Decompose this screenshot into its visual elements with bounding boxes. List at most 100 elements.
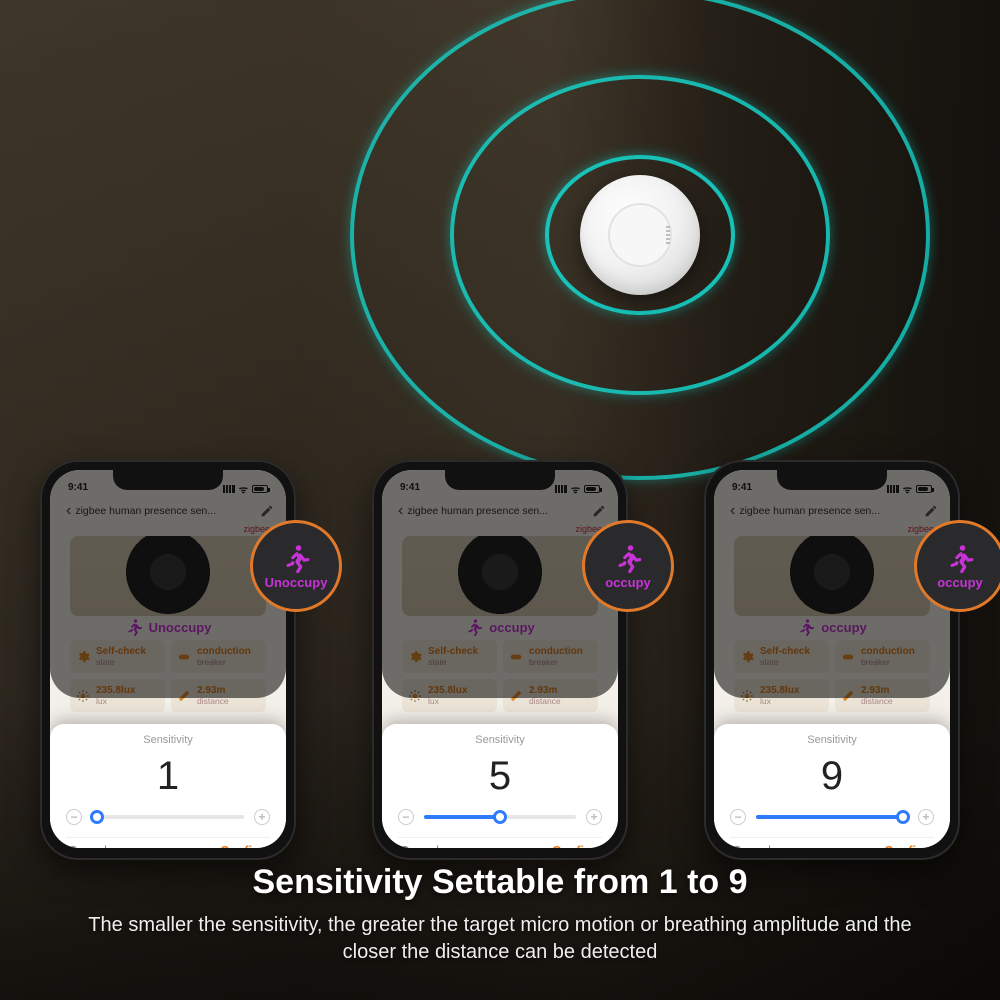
app-title: zigbee human presence sen... <box>739 505 924 517</box>
slider-track[interactable] <box>756 815 908 819</box>
badge-text: occupy <box>937 575 983 590</box>
app-title: zigbee human presence sen... <box>75 505 260 517</box>
state-badge: occupy <box>914 520 1000 612</box>
tile-lux[interactable]: 235.8luxlux <box>734 679 829 712</box>
app-upper: 9:41 ᯤ ‹ zigbee human presence sen... zi… <box>50 470 286 724</box>
status-time: 9:41 <box>400 482 420 496</box>
tile-breaker[interactable]: conductionbreaker <box>503 640 598 673</box>
presence-state: occupy <box>724 618 940 640</box>
status-time: 9:41 <box>68 482 88 496</box>
phone-screen: 9:41 ᯤ ‹ zigbee human presence sen... zi… <box>382 470 618 848</box>
tile-lux[interactable]: 235.8luxlux <box>402 679 497 712</box>
tile-self-check[interactable]: Self-checkstate <box>70 640 165 673</box>
panel-label: Sensitivity <box>66 734 270 754</box>
sensitivity-slider[interactable]: − + <box>66 809 270 837</box>
info-tiles: Self-checkstate conductionbreaker 235.8l… <box>724 640 940 718</box>
status-time: 9:41 <box>732 482 752 496</box>
back-icon[interactable]: ‹ <box>62 502 75 520</box>
device-preview <box>402 536 598 616</box>
panel-label: Sensitivity <box>398 734 602 754</box>
slider-thumb[interactable] <box>493 810 507 824</box>
phone-notch <box>113 468 223 490</box>
back-icon[interactable]: ‹ <box>394 502 407 520</box>
phone-frame: 9:41 ᯤ ‹ zigbee human presence sen... zi… <box>372 460 628 860</box>
gear-icon <box>740 650 754 664</box>
running-person-icon <box>465 618 483 636</box>
info-tiles: Self-checkstate conductionbreaker 235.8l… <box>392 640 608 718</box>
slider-track[interactable] <box>92 815 244 819</box>
phone-notch <box>445 468 555 490</box>
badge-text: Unoccupy <box>265 575 328 590</box>
edit-icon[interactable] <box>592 504 606 518</box>
tile-self-check[interactable]: Self-checkstate <box>734 640 829 673</box>
slider-thumb[interactable] <box>896 810 910 824</box>
signal-icon <box>887 485 899 493</box>
signal-icon <box>555 485 567 493</box>
cancel-button[interactable]: Cancel <box>732 844 771 848</box>
phones-row: 9:41 ᯤ ‹ zigbee human presence sen... zi… <box>0 460 1000 860</box>
confirm-button[interactable]: Confirm <box>220 844 268 848</box>
switch-icon <box>509 650 523 664</box>
info-tiles: Self-checkstate conductionbreaker 235.8l… <box>60 640 276 718</box>
cancel-button[interactable]: Cancel <box>400 844 439 848</box>
headline: Sensitivity Settable from 1 to 9 <box>70 863 930 902</box>
device-preview <box>70 536 266 616</box>
plus-icon[interactable]: + <box>918 809 934 825</box>
slider-track[interactable] <box>424 815 576 819</box>
wifi-icon: ᯤ <box>239 482 248 496</box>
back-icon[interactable]: ‹ <box>726 502 739 520</box>
ruler-icon <box>509 689 523 703</box>
presence-label: occupy <box>489 620 535 635</box>
minus-icon[interactable]: − <box>398 809 414 825</box>
sun-icon <box>76 689 90 703</box>
phone-3: 9:41 ᯤ ‹ zigbee human presence sen... zi… <box>704 460 960 860</box>
ruler-icon <box>841 689 855 703</box>
panel-label: Sensitivity <box>730 734 934 754</box>
device-preview <box>734 536 930 616</box>
slider-thumb[interactable] <box>90 810 104 824</box>
phone-frame: 9:41 ᯤ ‹ zigbee human presence sen... zi… <box>704 460 960 860</box>
tile-breaker[interactable]: conductionbreaker <box>835 640 930 673</box>
plus-icon[interactable]: + <box>254 809 270 825</box>
presence-state: Unoccupy <box>60 618 276 640</box>
confirm-button[interactable]: Confirm <box>552 844 600 848</box>
battery-icon <box>252 485 268 493</box>
battery-icon <box>916 485 932 493</box>
cancel-button[interactable]: Cancel <box>68 844 107 848</box>
plus-icon[interactable]: + <box>586 809 602 825</box>
wifi-icon: ᯤ <box>571 482 580 496</box>
gear-icon <box>76 650 90 664</box>
tile-distance[interactable]: 2.93mdistance <box>835 679 930 712</box>
gear-icon <box>408 650 422 664</box>
phone-screen: 9:41 ᯤ ‹ zigbee human presence sen... zi… <box>50 470 286 848</box>
protocol-badge: zigbee <box>60 524 276 534</box>
footer: Sensitivity Settable from 1 to 9 The sma… <box>0 863 1000 966</box>
running-person-icon <box>125 618 143 636</box>
tile-self-check[interactable]: Self-checkstate <box>402 640 497 673</box>
tile-lux[interactable]: 235.8luxlux <box>70 679 165 712</box>
running-person-icon <box>945 543 975 573</box>
tile-distance[interactable]: 2.93mdistance <box>171 679 266 712</box>
presence-label: occupy <box>821 620 867 635</box>
minus-icon[interactable]: − <box>66 809 82 825</box>
tile-breaker[interactable]: conductionbreaker <box>171 640 266 673</box>
badge-text: occupy <box>605 575 651 590</box>
confirm-button[interactable]: Confirm <box>884 844 932 848</box>
tile-distance[interactable]: 2.93mdistance <box>503 679 598 712</box>
ruler-icon <box>177 689 191 703</box>
phone-1: 9:41 ᯤ ‹ zigbee human presence sen... zi… <box>40 460 296 860</box>
edit-icon[interactable] <box>260 504 274 518</box>
phone-notch <box>777 468 887 490</box>
sensitivity-slider[interactable]: − + <box>730 809 934 837</box>
sensitivity-slider[interactable]: − + <box>398 809 602 837</box>
battery-icon <box>584 485 600 493</box>
panel-buttons: Cancel Confirm <box>66 837 270 848</box>
sensitivity-value: 1 <box>66 754 270 809</box>
running-person-icon <box>613 543 643 573</box>
protocol-badge: zigbee <box>392 524 608 534</box>
minus-icon[interactable]: − <box>730 809 746 825</box>
app-bar: ‹ zigbee human presence sen... <box>724 496 940 524</box>
panel-buttons: Cancel Confirm <box>730 837 934 848</box>
presence-label: Unoccupy <box>149 620 212 635</box>
edit-icon[interactable] <box>924 504 938 518</box>
